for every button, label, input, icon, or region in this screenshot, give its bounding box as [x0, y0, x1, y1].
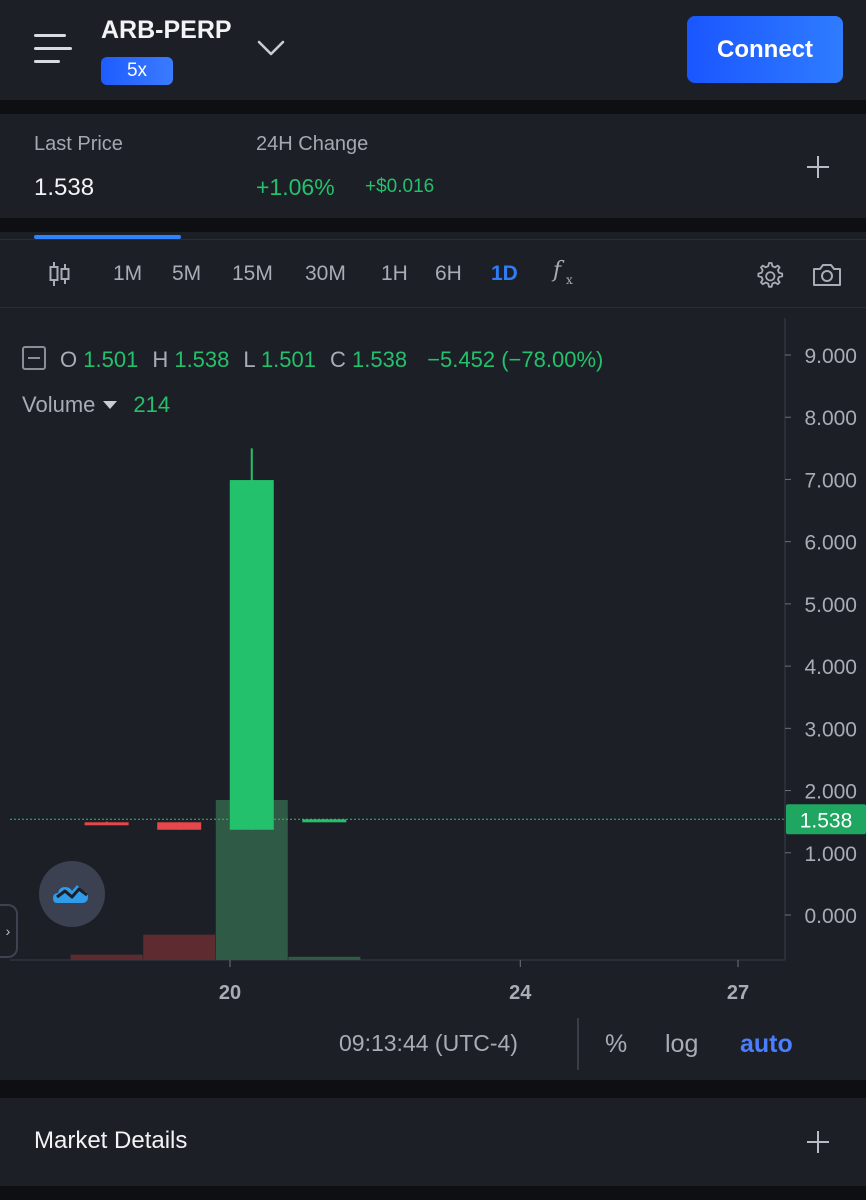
- auto-scale-toggle[interactable]: auto: [740, 1030, 793, 1059]
- price-tick-label: 3.000: [804, 718, 857, 741]
- candlestick-type-icon[interactable]: [48, 260, 72, 288]
- market-details-section[interactable]: Market Details: [0, 1098, 866, 1186]
- chart-toolbar: 1M 5M 15M 30M 1H 6H 1D fx: [0, 240, 866, 308]
- timeframe-5m[interactable]: 5M: [172, 262, 201, 286]
- time-tick-label: 24: [509, 982, 532, 1004]
- hamburger-menu-icon[interactable]: [30, 34, 72, 66]
- legend-close: 1.538: [352, 347, 408, 372]
- timeframe-1m[interactable]: 1M: [113, 262, 142, 286]
- timeframe-1h[interactable]: 1H: [381, 262, 408, 286]
- candle-body: [229, 480, 274, 830]
- volume-value: 214: [133, 392, 171, 417]
- collapse-legend-icon[interactable]: [22, 346, 46, 370]
- timeframe-6h[interactable]: 6H: [435, 262, 462, 286]
- change-percent: +1.06%: [256, 174, 335, 200]
- volume-bar: [288, 956, 361, 960]
- volume-bar: [70, 954, 143, 960]
- price-tick-label: 7.000: [804, 469, 857, 492]
- last-price-tag-label: 1.538: [800, 809, 853, 832]
- top-bar: ARB-PERP 5x Connect: [0, 0, 866, 100]
- legend-high: 1.538: [174, 347, 230, 372]
- candle-body: [302, 819, 347, 823]
- timeframe-1d[interactable]: 1D: [491, 262, 518, 286]
- market-details-plus-icon[interactable]: [807, 1131, 829, 1153]
- legend-low: 1.501: [260, 347, 316, 372]
- timeframe-30m[interactable]: 30M: [305, 262, 346, 286]
- indicators-fx-icon[interactable]: fx: [553, 258, 579, 288]
- sidebar-expand-chevron-icon[interactable]: ›: [0, 904, 18, 958]
- time-tick-label: 20: [219, 982, 241, 1004]
- legend-change: −5.452 (−78.00%): [427, 347, 604, 372]
- chevron-down-icon[interactable]: [256, 36, 286, 60]
- price-tick-label: 4.000: [804, 656, 857, 679]
- percent-scale-toggle[interactable]: %: [605, 1030, 627, 1059]
- time-tick-label: 27: [727, 982, 749, 1004]
- market-name[interactable]: ARB-PERP: [101, 16, 232, 45]
- last-price-label: Last Price: [34, 133, 123, 155]
- price-tick-label: 9.000: [804, 345, 857, 368]
- bottom-divider: [577, 1018, 579, 1070]
- log-scale-toggle[interactable]: log: [665, 1030, 698, 1059]
- caret-down-icon[interactable]: [103, 400, 118, 409]
- candle-body: [157, 822, 202, 830]
- volume-label: Volume: [22, 392, 96, 417]
- volume-bar: [143, 934, 216, 960]
- chart-bottom-bar: 09:13:44 (UTC-4) % log auto: [0, 1018, 866, 1080]
- timeframe-15m[interactable]: 15M: [232, 262, 273, 286]
- price-summary: Last Price 1.538 24H Change +1.06% +$0.0…: [0, 114, 866, 218]
- price-tick-label: 0.000: [804, 905, 857, 928]
- price-tick-label: 2.000: [804, 781, 857, 804]
- expand-plus-icon[interactable]: [807, 156, 829, 178]
- chart-clock[interactable]: 09:13:44 (UTC-4): [339, 1030, 518, 1057]
- chart-panel: 1M 5M 15M 30M 1H 6H 1D fx 9.000 8.000 7.00…: [0, 232, 866, 1080]
- candle-body: [84, 822, 129, 826]
- price-tick-label: 1.000: [804, 843, 857, 866]
- tradingview-logo-icon[interactable]: [39, 861, 105, 927]
- market-details-title: Market Details: [34, 1127, 188, 1154]
- change-absolute: +$0.016: [365, 176, 435, 197]
- price-tick-label: 5.000: [804, 594, 857, 617]
- legend-open: 1.501: [83, 347, 139, 372]
- price-tick-label: 8.000: [804, 407, 857, 430]
- leverage-badge[interactable]: 5x: [101, 57, 173, 85]
- ohlc-legend: O 1.501 H 1.538 L 1.501 C 1.538 −5.452 (−78…: [22, 346, 617, 373]
- change-label: 24H Change: [256, 133, 369, 155]
- volume-legend[interactable]: Volume 214: [22, 392, 170, 418]
- camera-icon[interactable]: [811, 261, 843, 289]
- gear-icon[interactable]: [754, 260, 784, 290]
- last-price-value: 1.538: [34, 174, 95, 201]
- price-tick-label: 6.000: [804, 532, 857, 555]
- connect-button[interactable]: Connect: [687, 16, 843, 83]
